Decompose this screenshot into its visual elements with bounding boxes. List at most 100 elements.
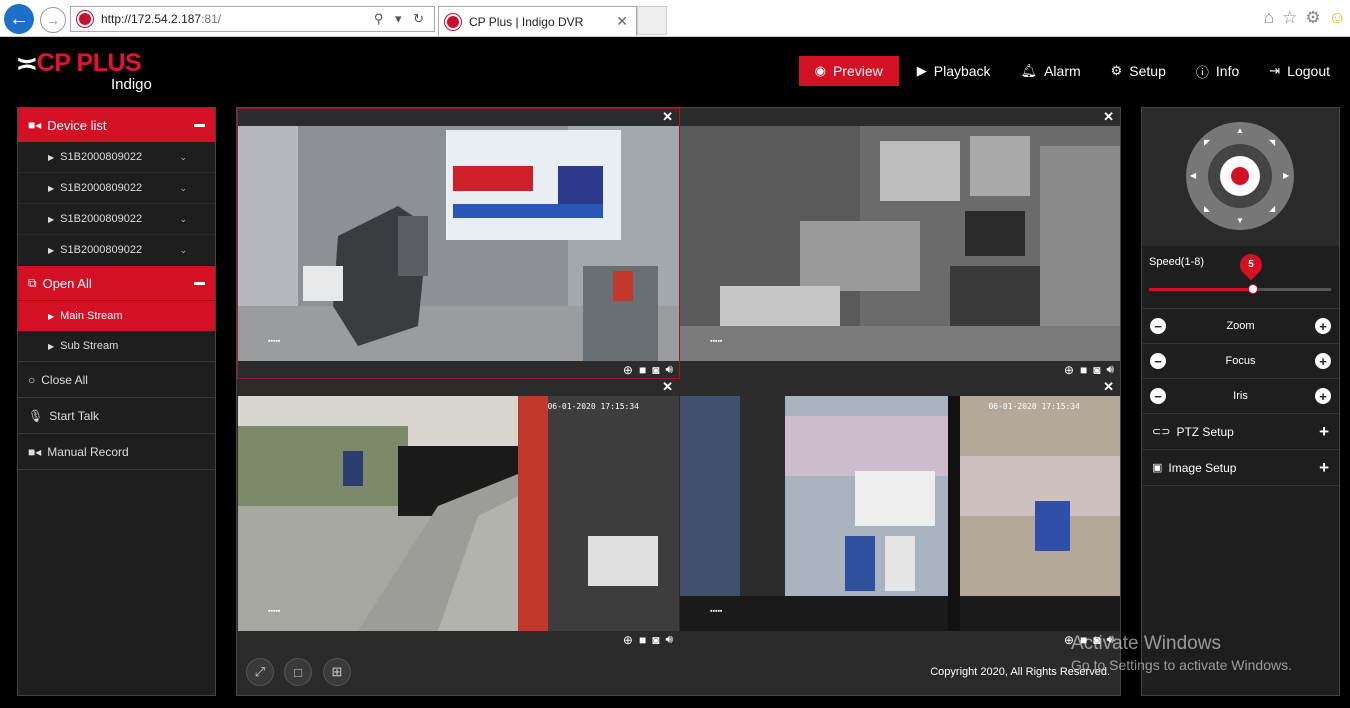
quad-view-button[interactable]: ⊞ — [323, 658, 351, 686]
zoom-control: − Zoom + — [1142, 309, 1339, 344]
pan-up-icon[interactable]: ▲ — [1236, 126, 1244, 135]
focus-label: Focus — [1225, 355, 1256, 367]
nav-setup[interactable]: ⚙ Setup — [1099, 56, 1178, 86]
audio-icon[interactable]: 🔊︎ — [665, 632, 673, 647]
chevron-down-icon[interactable]: ⌄ — [179, 214, 187, 225]
speed-slider[interactable]: 5 — [1149, 249, 1331, 294]
pan-up-right-icon[interactable]: ◥ — [1269, 138, 1275, 147]
video-pane-1[interactable]: ✕ ▪▪▪▪▪ ⊕ ■ ◙ 🔊︎ — [237, 108, 680, 379]
nav-preview[interactable]: ◉ Preview — [798, 56, 899, 86]
circle-icon: ○ — [28, 372, 36, 387]
record-icon[interactable]: ■ — [1080, 363, 1087, 377]
collapse-icon[interactable] — [194, 281, 205, 285]
zoom-in-plus-icon[interactable]: + — [1315, 318, 1331, 334]
address-controls[interactable]: ⚲ ▾ ↻ — [374, 11, 428, 27]
open-all-header[interactable]: ⧉ Open All — [18, 265, 215, 300]
favorites-star-icon[interactable]: ☆ — [1282, 8, 1297, 28]
pane-header: ✕ — [238, 109, 679, 126]
start-talk-button[interactable]: 🎙︎ Start Talk — [18, 397, 215, 433]
address-bar[interactable]: http://172.54.2.187:81/ ⚲ ▾ ↻ — [70, 6, 435, 32]
close-icon[interactable]: ✕ — [662, 109, 673, 125]
device-item[interactable]: ▶ S1B2000809022 ⌄ — [18, 142, 215, 173]
nav-playback[interactable]: ▶ Playback — [905, 56, 1003, 86]
nav-playback-label: Playback — [933, 63, 991, 79]
collapse-icon[interactable] — [194, 123, 205, 127]
fullscreen-button[interactable]: ⤢ — [246, 658, 274, 686]
video-pane-4[interactable]: ✕ 06-01-2020 17:15:34 ▪▪▪▪▪ ⊕ ■ ◙ 🔊︎ — [680, 379, 1120, 648]
pan-right-icon[interactable]: ▶ — [1283, 171, 1289, 180]
nav-logout-label: Logout — [1287, 63, 1330, 79]
pan-down-left-icon[interactable]: ◣ — [1204, 204, 1210, 213]
chevron-down-icon[interactable]: ⌄ — [179, 183, 187, 194]
device-item[interactable]: ▶ S1B2000809022 ⌄ — [18, 173, 215, 204]
ptz-setup-row[interactable]: ⊂⊃ PTZ Setup + — [1142, 414, 1339, 450]
expand-plus-icon[interactable]: + — [1319, 458, 1329, 478]
camera-feed[interactable]: 06-01-2020 17:15:34 ▪▪▪▪▪ — [238, 396, 679, 631]
new-tab-button[interactable] — [637, 6, 667, 35]
image-setup-row[interactable]: ▣ Image Setup + — [1142, 450, 1339, 486]
nav-alarm[interactable]: 🔔︎ Alarm — [1009, 56, 1093, 86]
camera-feed[interactable]: ▪▪▪▪▪ — [680, 126, 1120, 361]
video-pane-3[interactable]: ✕ 06-01-2020 17:15:34 ▪▪▪▪▪ ⊕ ■ ◙ 🔊︎ — [238, 379, 679, 648]
chevron-down-icon[interactable]: ⌄ — [179, 152, 187, 163]
gear-icon: ⚙ — [1110, 63, 1123, 78]
browser-chrome: ← → http://172.54.2.187:81/ ⚲ ▾ ↻ CP Plu… — [0, 0, 1350, 37]
pan-down-icon[interactable]: ▼ — [1236, 216, 1244, 225]
ptz-camera-icon: ⊂⊃ — [1152, 426, 1171, 438]
device-item[interactable]: ▶ S1B2000809022 ⌄ — [18, 204, 215, 235]
chevron-down-icon[interactable]: ⌄ — [179, 245, 187, 256]
device-item[interactable]: ▶ S1B2000809022 ⌄ — [18, 235, 215, 265]
speed-value-badge: 5 — [1235, 249, 1267, 281]
back-button[interactable]: ← — [4, 4, 34, 34]
manual-record-button[interactable]: ■◂ Manual Record — [18, 433, 215, 470]
zoom-in-icon[interactable]: ⊕ — [623, 633, 633, 647]
expand-plus-icon[interactable]: + — [1319, 422, 1329, 442]
snapshot-camera-icon[interactable]: ◙ — [652, 363, 659, 377]
camera-feed[interactable]: ▪▪▪▪▪ — [238, 126, 679, 361]
main-stream-item[interactable]: ▶ Main Stream — [18, 300, 215, 331]
audio-icon[interactable]: 🔊︎ — [1106, 362, 1114, 377]
smiley-icon[interactable]: ☺ — [1329, 8, 1346, 28]
video-pane-2[interactable]: ✕ ▪▪▪▪▪ ⊕ ■ ◙ 🔊︎ — [680, 109, 1120, 378]
image-setup-label: Image Setup — [1168, 460, 1237, 475]
close-icon[interactable]: ✕ — [1103, 379, 1114, 395]
nav-preview-label: Preview — [832, 63, 883, 79]
tab-close-icon[interactable]: ✕ — [616, 13, 628, 30]
device-list-header[interactable]: ■◂ Device list — [18, 108, 215, 142]
close-icon[interactable]: ✕ — [1103, 109, 1114, 125]
zoom-in-icon[interactable]: ⊕ — [1064, 363, 1074, 377]
microphone-icon: 🎙︎ — [28, 408, 44, 423]
nav-logout[interactable]: ⇥ Logout — [1257, 56, 1342, 86]
pan-left-icon[interactable]: ◀ — [1190, 171, 1196, 180]
logo-mark-icon: ≍ — [16, 48, 38, 78]
close-all-button[interactable]: ○ Close All — [18, 361, 215, 397]
record-icon[interactable]: ■ — [639, 633, 646, 647]
iris-minus-icon[interactable]: − — [1150, 388, 1166, 404]
pan-down-right-icon[interactable]: ◢ — [1269, 204, 1275, 213]
close-icon[interactable]: ✕ — [662, 379, 673, 395]
audio-icon[interactable]: 🔊︎ — [665, 362, 673, 377]
iris-plus-icon[interactable]: + — [1315, 388, 1331, 404]
forward-button[interactable]: → — [40, 7, 66, 33]
speed-slider-handle[interactable] — [1247, 284, 1258, 294]
sub-stream-item[interactable]: ▶ Sub Stream — [18, 331, 215, 361]
focus-plus-icon[interactable]: + — [1315, 353, 1331, 369]
pan-up-left-icon[interactable]: ◤ — [1204, 138, 1210, 147]
camera-feed[interactable]: 06-01-2020 17:15:34 ▪▪▪▪▪ — [680, 396, 1120, 631]
snapshot-camera-icon[interactable]: ◙ — [1093, 363, 1100, 377]
snapshot-camera-icon[interactable]: ◙ — [652, 633, 659, 647]
record-icon[interactable]: ■ — [639, 363, 646, 377]
single-view-button[interactable]: □ — [284, 658, 312, 686]
settings-gear-icon[interactable]: ⚙ — [1305, 8, 1320, 28]
logout-icon: ⇥ — [1269, 63, 1281, 78]
ptz-dial[interactable]: ▲ ▼ ◀ ▶ ◤ ◥ ◣ ◢ — [1186, 122, 1294, 230]
nav-info[interactable]: ⓘ Info — [1184, 56, 1251, 86]
start-talk-label: Start Talk — [49, 408, 100, 423]
zoom-out-minus-icon[interactable]: − — [1150, 318, 1166, 334]
zoom-in-icon[interactable]: ⊕ — [623, 363, 633, 377]
focus-minus-icon[interactable]: − — [1150, 353, 1166, 369]
home-icon[interactable]: ⌂ — [1264, 8, 1274, 28]
browser-tab[interactable]: CP Plus | Indigo DVR ✕ — [438, 6, 637, 36]
speed-slider-fill — [1149, 288, 1253, 291]
url-port: :81/ — [201, 12, 222, 26]
